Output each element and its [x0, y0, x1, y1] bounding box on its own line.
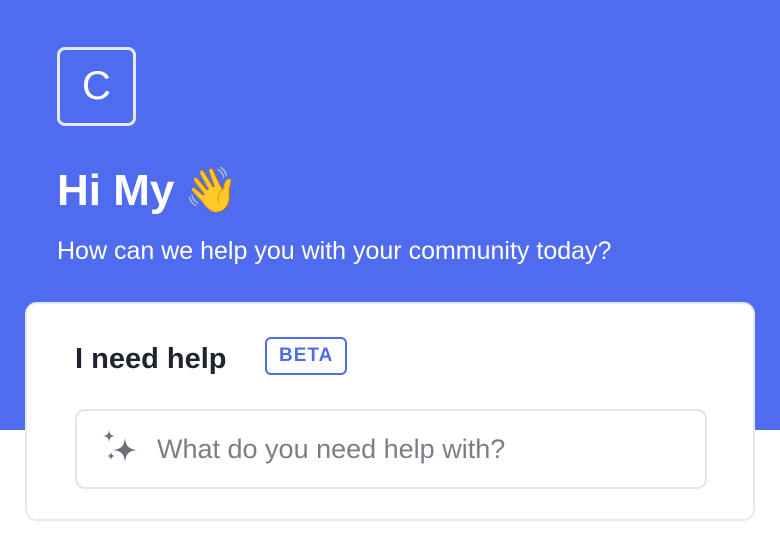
help-card-title: I need help	[75, 343, 227, 375]
help-search-input[interactable]	[157, 433, 677, 465]
sparkle-icon	[103, 430, 137, 462]
beta-badge: BETA	[265, 337, 348, 375]
help-card: I need help BETA	[25, 302, 755, 521]
community-logo: C	[57, 47, 136, 126]
greeting-heading: Hi My 👋	[57, 163, 239, 219]
help-search-box[interactable]	[75, 409, 707, 489]
logo-letter: C	[82, 64, 111, 108]
greeting-text: Hi My	[57, 166, 175, 215]
greeting-subtitle: How can we help you with your community …	[57, 237, 612, 265]
waving-hand-icon: 👋	[184, 165, 240, 216]
